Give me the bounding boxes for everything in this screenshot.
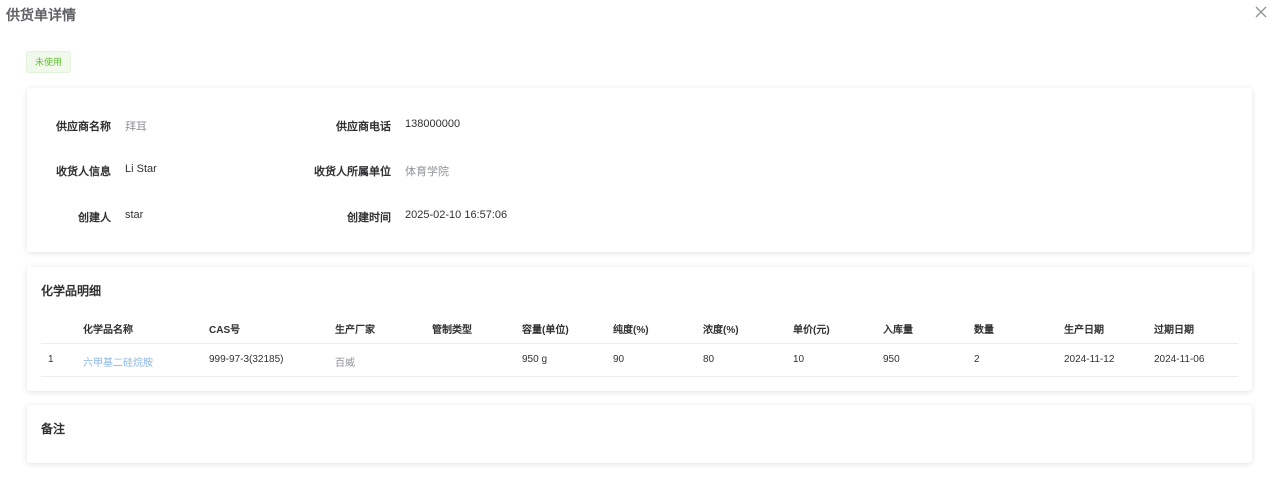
column-header[interactable]: 浓度(%) <box>703 321 739 336</box>
close-icon[interactable] <box>1254 5 1268 19</box>
chemicals-title: 化学品明细 <box>41 284 102 298</box>
cell-cas: 999-97-3(32185) <box>209 354 284 365</box>
table-header: 化学品名称 CAS号 生产厂家 管制类型 容量(单位) 纯度(%) 浓度(%) … <box>41 319 1238 344</box>
remark-title: 备注 <box>41 422 66 436</box>
cell-expiry-date: 2024-11-06 <box>1154 354 1205 365</box>
receiver-unit-label: 收货人所属单位 <box>314 166 391 178</box>
supplier-name-label: 供应商名称 <box>56 121 111 133</box>
cell-purity: 90 <box>613 354 625 365</box>
cell-capacity: 950 g <box>522 354 548 365</box>
column-header[interactable]: 生产日期 <box>1064 321 1104 336</box>
supplier-phone-value: 138000000 <box>405 118 461 130</box>
cell-quantity: 2 <box>974 354 980 365</box>
supplier-phone-label: 供应商电话 <box>336 121 391 133</box>
column-header[interactable]: 管制类型 <box>432 321 472 336</box>
creator-value: star <box>125 209 144 221</box>
created-time-value: 2025-02-10 16:57:06 <box>405 209 508 221</box>
supplier-name-value: 拜耳 <box>125 121 147 133</box>
created-time-label: 创建时间 <box>347 212 391 224</box>
cell-concentration: 80 <box>703 354 715 365</box>
column-header[interactable]: 过期日期 <box>1154 321 1194 336</box>
column-header[interactable]: CAS号 <box>209 321 240 336</box>
cell-index: 1 <box>48 354 54 365</box>
cell-stock-in: 950 <box>883 354 900 365</box>
receiver-label: 收货人信息 <box>56 166 111 178</box>
chemical-name-link[interactable]: 六甲基二硅烷胺 <box>83 354 153 369</box>
column-header[interactable]: 生产厂家 <box>335 321 375 336</box>
modal-title: 供货单详情 <box>6 7 76 23</box>
column-header[interactable]: 纯度(%) <box>613 321 649 336</box>
cell-unit-price: 10 <box>793 354 805 365</box>
column-header[interactable]: 容量(单位) <box>522 321 569 336</box>
creator-label: 创建人 <box>78 212 111 224</box>
column-header[interactable]: 单价(元) <box>793 321 830 336</box>
receiver-unit-value: 体育学院 <box>405 166 449 178</box>
column-header[interactable]: 化学品名称 <box>83 321 133 336</box>
column-header[interactable]: 数量 <box>974 321 994 336</box>
supplier-info-card: 供应商名称 拜耳 供应商电话 138000000 收货人信息 Li Star 收… <box>27 88 1252 252</box>
remark-card: 备注 <box>27 405 1252 463</box>
receiver-value: Li Star <box>125 163 157 175</box>
status-badge: 未使用 <box>26 51 72 73</box>
cell-manufacturer: 百威 <box>335 358 355 369</box>
table-row[interactable]: 1 六甲基二硅烷胺 999-97-3(32185) 百威 950 g 90 80… <box>41 344 1238 377</box>
column-header[interactable]: 入库量 <box>883 321 913 336</box>
cell-production-date: 2024-11-12 <box>1064 354 1115 365</box>
chemicals-card: 化学品明细 化学品名称 CAS号 生产厂家 管制类型 容量(单位) 纯度(%) … <box>27 267 1252 391</box>
